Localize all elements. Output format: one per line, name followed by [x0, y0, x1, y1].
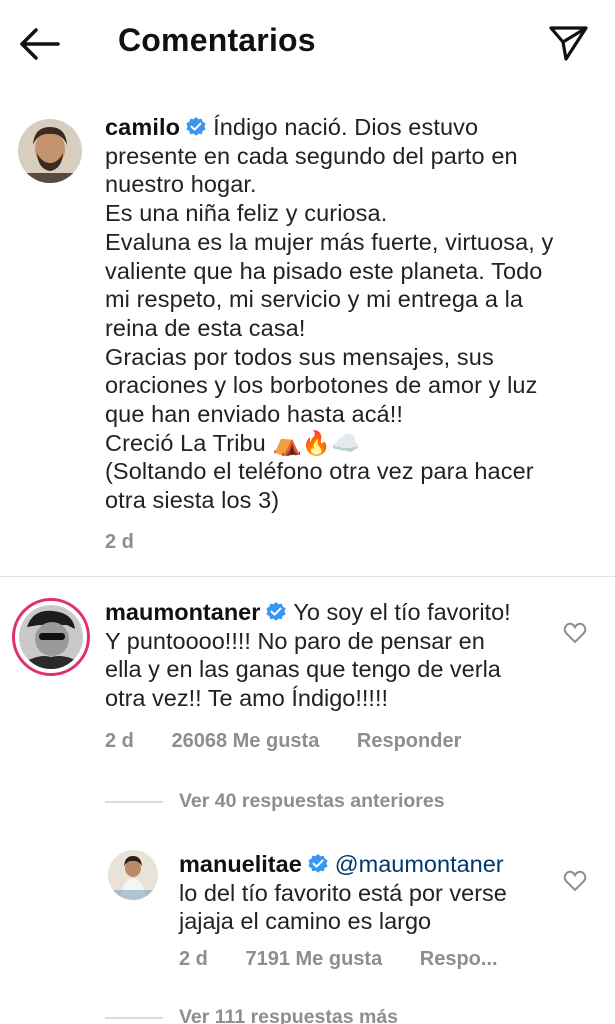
like-button[interactable]	[562, 868, 590, 896]
avatar-manuelitae[interactable]	[108, 850, 158, 900]
reply-text-line1: lo del tío favorito está por verse	[179, 879, 507, 906]
comment-time: 2 d	[105, 730, 134, 752]
paper-plane-icon	[549, 26, 588, 61]
avatar-image	[19, 605, 83, 669]
reply-username[interactable]: manuelitae	[179, 851, 302, 877]
heart-icon	[563, 622, 587, 644]
like-button[interactable]	[562, 620, 590, 648]
verified-badge-icon	[308, 854, 328, 873]
avatar-maumontaner[interactable]	[12, 598, 90, 676]
caption-meta: 2 d	[105, 531, 166, 554]
back-button[interactable]	[16, 24, 64, 64]
view-replies-label: Ver 40 respuestas anteriores	[179, 790, 445, 812]
comment-likes[interactable]: 26068 Me gusta	[171, 730, 319, 752]
verified-badge-icon	[266, 602, 286, 621]
divider	[105, 1016, 163, 1019]
more-replies-label: Ver 111 respuestas más	[179, 1006, 399, 1024]
reply-mention[interactable]: @maumontaner	[335, 851, 504, 877]
comment-item: maumontaner Yo soy el tío favorito! Y pun…	[0, 596, 615, 816]
caption-text: Índigo nació. Dios estuvo presente en ca…	[105, 114, 554, 514]
more-replies-button[interactable]: Ver 111 respuestas más	[105, 1006, 398, 1024]
view-replies-button[interactable]: Ver 40 respuestas anteriores	[105, 790, 445, 813]
page-title: Comentarios	[118, 22, 316, 58]
divider	[0, 576, 615, 577]
reply-item: manuelitae @maumontaner lo del tío favorit…	[0, 846, 615, 986]
comment-username[interactable]: maumontaner	[105, 599, 260, 625]
header-bar: Comentarios	[0, 0, 615, 88]
comment-reply-button[interactable]: Responder	[357, 730, 461, 752]
comment-body: maumontaner Yo soy el tío favorito! Y pun…	[105, 598, 545, 713]
reply-text-line2: jajaja el camino es largo	[179, 908, 432, 935]
avatar-image	[108, 850, 158, 900]
avatar-camilo[interactable]	[18, 119, 82, 183]
avatar-image	[18, 119, 82, 183]
divider	[105, 800, 163, 803]
share-button[interactable]	[544, 20, 592, 64]
reply-time: 2 d	[179, 948, 208, 970]
verified-badge-icon	[186, 117, 206, 136]
reply-likes[interactable]: 7191 Me gusta	[245, 948, 382, 970]
reply-meta: 2 d 7191 Me gusta Respo...	[179, 948, 530, 971]
heart-icon	[563, 870, 587, 892]
caption-username[interactable]: camilo	[105, 114, 180, 140]
reply-reply-button[interactable]: Respo...	[420, 948, 498, 970]
arrow-left-icon	[20, 28, 60, 60]
comment-meta: 2 d 26068 Me gusta Responder	[105, 730, 493, 753]
caption-time: 2 d	[105, 531, 134, 553]
caption-body: camilo Índigo nació. Dios estuvo presente…	[105, 113, 575, 515]
reply-body: manuelitae @maumontaner lo del tío favorit…	[179, 850, 549, 936]
